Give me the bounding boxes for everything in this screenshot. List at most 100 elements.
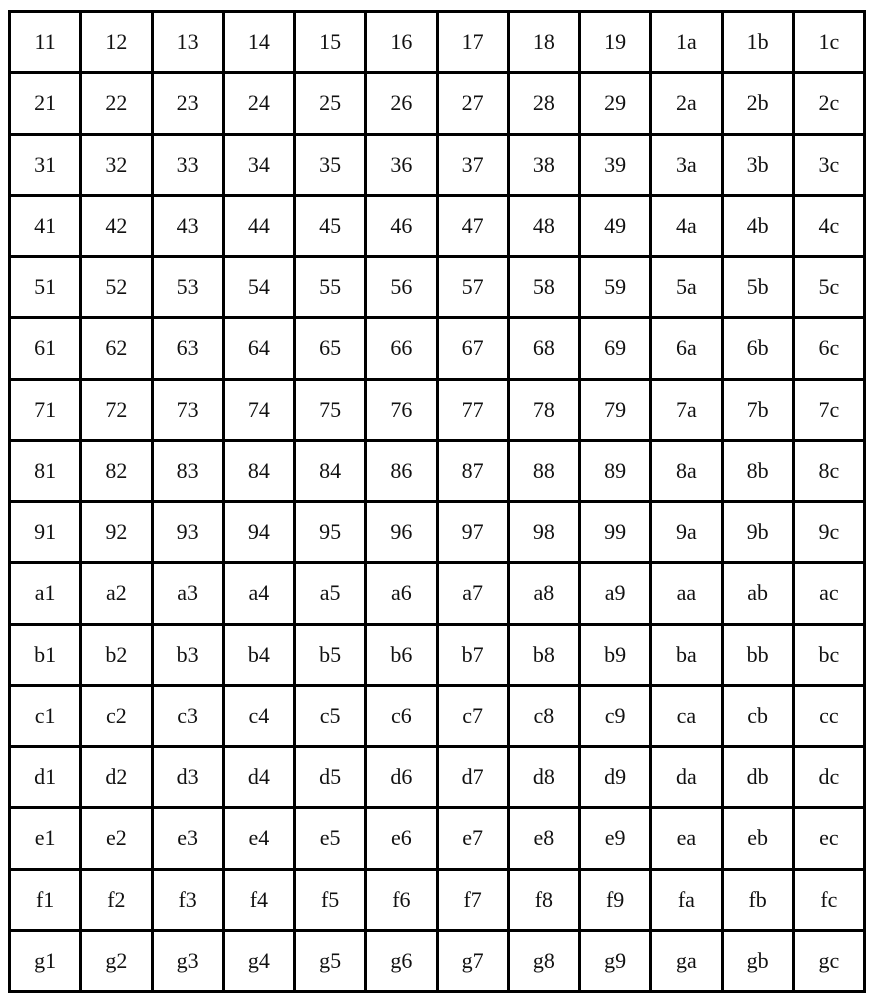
table-cell: 31 [7,132,83,197]
table-cell: aa [649,561,724,626]
table-cell: 55 [292,254,368,320]
code-grid-table: 11 12 13 14 15 16 17 18 19 1a 1b 1c 21 22 23 24 25 26 27 28… [7,9,867,994]
table-cell: 43 [150,193,225,259]
table-cell: 91 [7,499,83,565]
table-row: 81 82 83 84 84 86 87 88 89 8a 8b 8c [7,438,867,504]
table-cell: a4 [221,561,297,626]
table-cell: fb [720,867,795,932]
table-cell: 5a [649,254,724,320]
table-cell: g5 [292,928,368,994]
table-cell: 4b [720,193,795,259]
table-cell: 64 [221,316,297,381]
table-cell: ba [649,622,724,687]
table-cell: 78 [506,377,582,442]
table-cell: 77 [435,377,510,442]
table-cell: 51 [7,254,83,320]
table-cell: 84 [221,438,297,504]
table-cell: e6 [364,806,439,871]
table-cell: 56 [364,254,439,320]
table-cell: 9b [720,499,795,565]
table-cell: c9 [577,683,653,749]
table-cell: ab [720,561,795,626]
table-cell: 47 [435,193,510,259]
table-cell: 13 [150,9,225,75]
table-cell: 36 [364,132,439,197]
table-cell: 16 [364,9,439,75]
table-cell: 26 [364,71,439,136]
table-cell: 93 [150,499,225,565]
table-cell: g2 [79,928,154,994]
table-cell: e3 [150,806,225,871]
table-cell: 46 [364,193,439,259]
table-cell: d6 [364,744,439,810]
table-cell: f6 [364,867,439,932]
table-cell: 18 [506,9,582,75]
table-cell: a3 [150,561,225,626]
table-row: 11 12 13 14 15 16 17 18 19 1a 1b 1c [7,9,867,75]
table-cell: gb [720,928,795,994]
table-cell: 3a [649,132,724,197]
table-row: c1 c2 c3 c4 c5 c6 c7 c8 c9 ca cb cc [7,683,867,749]
table-cell: 8a [649,438,724,504]
table-cell: 53 [150,254,225,320]
table-cell: d2 [79,744,154,810]
table-cell: 63 [150,316,225,381]
table-cell: 99 [577,499,653,565]
table-cell: g9 [577,928,653,994]
table-cell: 15 [292,9,368,75]
table-cell: 7c [791,377,867,442]
table-cell: 32 [79,132,154,197]
table-cell: b3 [150,622,225,687]
table-cell: 23 [150,71,225,136]
table-cell: 49 [577,193,653,259]
table-cell: 58 [506,254,582,320]
table-cell: 66 [364,316,439,381]
table-cell: 95 [292,499,368,565]
table-cell: d5 [292,744,368,810]
table-cell: f3 [150,867,225,932]
table-cell: a9 [577,561,653,626]
table-cell: 67 [435,316,510,381]
table-cell: 68 [506,316,582,381]
table-cell: 11 [7,9,83,75]
table-cell: g6 [364,928,439,994]
table-cell: 9a [649,499,724,565]
table-cell: 62 [79,316,154,381]
table-row: g1 g2 g3 g4 g5 g6 g7 g8 g9 ga gb gc [7,928,867,994]
table-row: 61 62 63 64 65 66 67 68 69 6a 6b 6c [7,316,867,381]
table-cell: db [720,744,795,810]
table-cell: 96 [364,499,439,565]
table-cell: 54 [221,254,297,320]
table-cell: b8 [506,622,582,687]
table-cell: 9c [791,499,867,565]
table-cell: f7 [435,867,510,932]
table-cell: 82 [79,438,154,504]
table-cell: 8b [720,438,795,504]
table-cell: 79 [577,377,653,442]
table-cell: a6 [364,561,439,626]
table-cell: eb [720,806,795,871]
table-cell: g1 [7,928,83,994]
table-cell: 1b [720,9,795,75]
table-cell: 25 [292,71,368,136]
table-cell: 22 [79,71,154,136]
table-cell: 61 [7,316,83,381]
table-cell: c2 [79,683,154,749]
table-cell: 72 [79,377,154,442]
table-cell: ca [649,683,724,749]
table-cell: 1a [649,9,724,75]
table-cell: 98 [506,499,582,565]
table-cell: 65 [292,316,368,381]
table-cell: 86 [364,438,439,504]
table-row: 21 22 23 24 25 26 27 28 29 2a 2b 2c [7,71,867,136]
table-cell: 5c [791,254,867,320]
table-cell: 2c [791,71,867,136]
table-cell: d3 [150,744,225,810]
table-cell: a7 [435,561,510,626]
table-cell: 27 [435,71,510,136]
table-cell: 44 [221,193,297,259]
table-cell: d7 [435,744,510,810]
table-cell: e7 [435,806,510,871]
table-cell: c8 [506,683,582,749]
table-cell: ga [649,928,724,994]
